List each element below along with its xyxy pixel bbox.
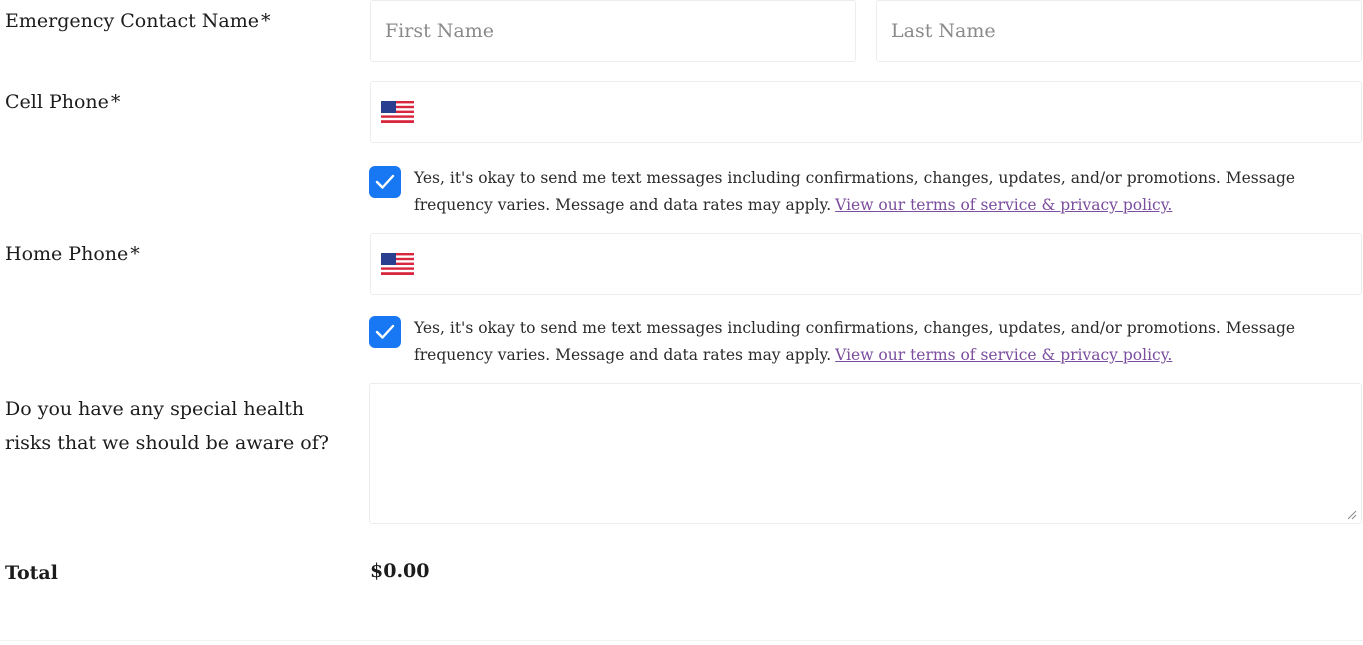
cell-phone-label: Cell Phone * <box>5 86 120 118</box>
cell-phone-label-text: Cell Phone <box>5 91 109 113</box>
home-sms-consent-text: Yes, it's okay to send me text messages … <box>414 315 1359 369</box>
us-flag-icon[interactable] <box>381 253 414 275</box>
divider <box>0 640 1363 641</box>
last-name-field[interactable] <box>876 0 1362 62</box>
home-phone-label: Home Phone * <box>5 238 140 270</box>
resize-handle-icon[interactable] <box>1345 508 1357 520</box>
home-phone-input[interactable] <box>371 234 1361 294</box>
total-label: Total <box>5 562 58 584</box>
first-name-field[interactable] <box>370 0 856 62</box>
required-asterisk: * <box>260 10 271 32</box>
emergency-contact-label-text: Emergency Contact Name <box>5 10 259 32</box>
required-asterisk: * <box>110 91 121 113</box>
total-value: $0.00 <box>370 560 430 582</box>
home-phone-label-text: Home Phone <box>5 243 129 265</box>
cell-phone-input[interactable] <box>371 82 1361 142</box>
us-flag-icon[interactable] <box>381 101 414 123</box>
health-risks-textarea[interactable] <box>369 383 1362 524</box>
health-risks-label: Do you have any special health risks tha… <box>5 398 329 454</box>
checkmark-icon <box>375 174 395 189</box>
checkmark-icon <box>375 324 395 339</box>
cell-sms-consent-checkbox[interactable] <box>369 166 401 198</box>
cell-sms-consent-text: Yes, it's okay to send me text messages … <box>414 165 1359 219</box>
terms-privacy-link[interactable]: View our terms of service & privacy poli… <box>835 346 1172 364</box>
terms-privacy-link[interactable]: View our terms of service & privacy poli… <box>835 196 1172 214</box>
home-phone-field[interactable] <box>370 233 1362 295</box>
emergency-contact-label: Emergency Contact Name * <box>5 5 270 37</box>
required-asterisk: * <box>130 243 140 265</box>
cell-phone-field[interactable] <box>370 81 1362 143</box>
home-sms-consent-checkbox[interactable] <box>369 316 401 348</box>
first-name-input[interactable] <box>371 1 855 61</box>
last-name-input[interactable] <box>877 1 1361 61</box>
